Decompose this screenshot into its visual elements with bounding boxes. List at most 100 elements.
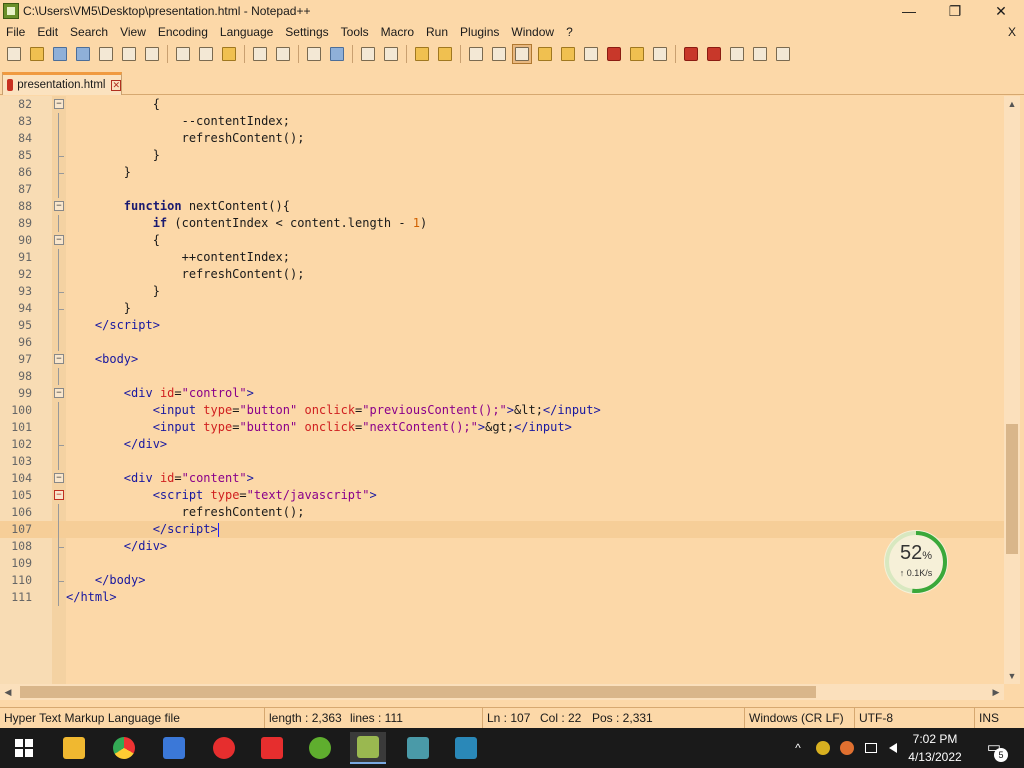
code-line[interactable]: 90 − { <box>0 232 1004 249</box>
system-clock[interactable]: 7:02 PM 4/13/2022 <box>898 730 972 766</box>
scroll-up-icon[interactable]: ▲ <box>1004 96 1020 112</box>
windows-start-icon[interactable] <box>6 732 42 764</box>
doc-map-icon[interactable] <box>558 44 578 64</box>
close-window-button[interactable]: ✕ <box>978 0 1024 22</box>
fold-toggle-icon[interactable]: − <box>54 388 64 398</box>
save-macro-icon[interactable] <box>773 44 793 64</box>
code-line[interactable]: 88 − function nextContent(){ <box>0 198 1004 215</box>
yandex-icon[interactable] <box>254 732 290 764</box>
menu-edit[interactable]: Edit <box>31 22 64 42</box>
tab-presentation-html[interactable]: presentation.html ✕ <box>2 72 122 95</box>
menu-window[interactable]: Window <box>505 22 560 42</box>
code-line[interactable]: 104 − <div id="content"> <box>0 470 1004 487</box>
open-file-icon[interactable] <box>27 44 47 64</box>
copy-icon[interactable] <box>196 44 216 64</box>
code-line[interactable]: 105 − <script type="text/javascript"> <box>0 487 1004 504</box>
code-line[interactable]: 110 </body> <box>0 572 1004 589</box>
code-line[interactable]: 100 <input type="button" onclick="previo… <box>0 402 1004 419</box>
vertical-scrollbar[interactable]: ▲ ▼ <box>1004 96 1020 684</box>
code-line[interactable]: 97 − <body> <box>0 351 1004 368</box>
menu-language[interactable]: Language <box>214 22 279 42</box>
paste-icon[interactable] <box>219 44 239 64</box>
fold-toggle-icon[interactable]: − <box>54 99 64 109</box>
code-line[interactable]: 99 − <div id="control"> <box>0 385 1004 402</box>
save-icon[interactable] <box>50 44 70 64</box>
sync-v-icon[interactable] <box>412 44 432 64</box>
menu-tools[interactable]: Tools <box>335 22 375 42</box>
folder-icon[interactable] <box>627 44 647 64</box>
chevron-up-icon[interactable]: ^ <box>790 728 806 768</box>
app-icon[interactable] <box>156 732 192 764</box>
code-editor[interactable]: 82− {83 --contentIndex; 84 refreshContent… <box>0 96 1020 684</box>
code-line[interactable]: 94 } <box>0 300 1004 317</box>
tray-icon-1[interactable] <box>814 728 832 768</box>
code-line[interactable]: 111 </html> <box>0 589 1004 606</box>
replace-icon[interactable] <box>327 44 347 64</box>
fold-toggle-icon[interactable]: − <box>54 201 64 211</box>
code-line[interactable]: 85 } <box>0 147 1004 164</box>
code-line[interactable]: 101 <input type="button" onclick="nextCo… <box>0 419 1004 436</box>
code-line[interactable]: 107 </script> <box>0 521 1004 538</box>
code-line[interactable]: 83 --contentIndex; <box>0 113 1004 130</box>
menu-macro[interactable]: Macro <box>375 22 420 42</box>
tray-icon-2[interactable] <box>838 728 856 768</box>
play-macro-icon[interactable] <box>727 44 747 64</box>
code-line[interactable]: 86 } <box>0 164 1004 181</box>
menu-run[interactable]: Run <box>420 22 454 42</box>
new-file-icon[interactable] <box>4 44 24 64</box>
yandex-browser-icon[interactable] <box>206 732 242 764</box>
code-line[interactable]: 109 <box>0 555 1004 572</box>
code-line[interactable]: 95 </script> <box>0 317 1004 334</box>
code-line[interactable]: 103 <box>0 453 1004 470</box>
save-all-icon[interactable] <box>73 44 93 64</box>
network-speed-widget[interactable]: 52% ↑ 0.1K/s <box>884 530 948 594</box>
cut-icon[interactable] <box>173 44 193 64</box>
code-line[interactable]: 92 refreshContent(); <box>0 266 1004 283</box>
func-list-icon[interactable] <box>581 44 601 64</box>
fold-toggle-icon[interactable]: − <box>54 235 64 245</box>
horizontal-scrollbar[interactable]: ◀ ▶ <box>0 684 1004 700</box>
code-line[interactable]: 106 refreshContent(); <box>0 504 1004 521</box>
indent-guide-icon[interactable] <box>512 44 532 64</box>
green-app-icon[interactable] <box>302 732 338 764</box>
menu-settings[interactable]: Settings <box>279 22 334 42</box>
close-icon[interactable] <box>96 44 116 64</box>
code-line[interactable]: 87 <box>0 181 1004 198</box>
restore-button[interactable]: ❐ <box>932 0 978 22</box>
code-line[interactable]: 89 if (contentIndex < content.length - 1… <box>0 215 1004 232</box>
code-line[interactable]: 93 } <box>0 283 1004 300</box>
status-encoding[interactable]: UTF-8 <box>854 708 893 728</box>
record-macro-icon[interactable] <box>681 44 701 64</box>
zoom-in-icon[interactable] <box>358 44 378 64</box>
menu-view[interactable]: View <box>114 22 152 42</box>
show-all-icon[interactable] <box>489 44 509 64</box>
wrap-icon[interactable] <box>466 44 486 64</box>
code-line[interactable]: 102 </div> <box>0 436 1004 453</box>
code-line[interactable]: 91 ++contentIndex; <box>0 249 1004 266</box>
menu-encoding[interactable]: Encoding <box>152 22 214 42</box>
code-line[interactable]: 84 refreshContent(); <box>0 130 1004 147</box>
monitor-icon[interactable] <box>650 44 670 64</box>
code-line[interactable]: 98 <box>0 368 1004 385</box>
vertical-scroll-thumb[interactable] <box>1006 424 1018 554</box>
code-line[interactable]: 96 <box>0 334 1004 351</box>
notepadpp-icon[interactable] <box>350 732 386 764</box>
sync-h-icon[interactable] <box>435 44 455 64</box>
menu-search[interactable]: Search <box>64 22 114 42</box>
minimize-button[interactable]: — <box>886 0 932 22</box>
scroll-right-icon[interactable]: ▶ <box>988 684 1004 700</box>
menu-help[interactable]: ? <box>560 22 579 42</box>
stop-macro-icon[interactable] <box>704 44 724 64</box>
redo-icon[interactable] <box>273 44 293 64</box>
code-line[interactable]: 82 − { <box>0 96 1004 113</box>
file-explorer-icon[interactable] <box>56 732 92 764</box>
find-icon[interactable] <box>304 44 324 64</box>
scroll-down-icon[interactable]: ▼ <box>1004 668 1020 684</box>
window-app-icon[interactable] <box>448 732 484 764</box>
undo-icon[interactable] <box>250 44 270 64</box>
print-icon[interactable] <box>142 44 162 64</box>
menu-file[interactable]: File <box>0 22 31 42</box>
status-insert-mode[interactable]: INS <box>974 708 999 728</box>
run-macro-icon[interactable] <box>750 44 770 64</box>
status-eol[interactable]: Windows (CR LF) <box>744 708 844 728</box>
